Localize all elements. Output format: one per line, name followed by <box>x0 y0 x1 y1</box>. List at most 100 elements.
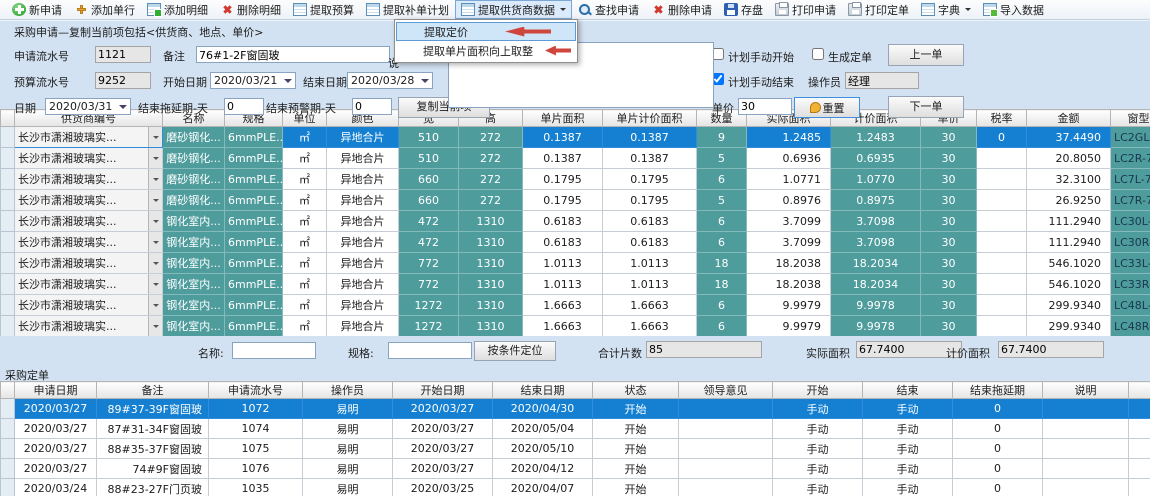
column-header[interactable]: 税率 <box>977 110 1027 127</box>
chevron-down-icon[interactable] <box>148 190 162 210</box>
column-header[interactable]: 申请流水号 <box>209 382 303 399</box>
filter-spec-input[interactable] <box>388 342 472 359</box>
row-selector[interactable] <box>1 459 15 479</box>
column-header[interactable]: 领导意见 <box>679 382 773 399</box>
filter-name-input[interactable] <box>232 342 316 359</box>
table-row[interactable]: 长沙市潇湘玻璃实...磨砂钢化...6mmPLE...㎡异地合片6602720.… <box>1 190 1150 211</box>
unit-price-field[interactable] <box>738 98 792 115</box>
column-header[interactable]: 操作员 <box>303 382 393 399</box>
row-selector[interactable] <box>1 479 15 496</box>
chevron-down-icon[interactable] <box>148 316 162 336</box>
search-request-button[interactable]: 查找申请 <box>572 0 645 19</box>
delete-detail-button[interactable]: 删除明细 <box>214 0 287 19</box>
chevron-down-icon[interactable] <box>116 99 130 114</box>
column-header[interactable]: 说明 <box>1043 382 1129 399</box>
supplier-combo[interactable]: 长沙市潇湘玻璃实... <box>15 295 163 316</box>
menu-item[interactable]: 提取定价 <box>396 22 576 41</box>
table-row[interactable]: 长沙市潇湘玻璃实...磨砂钢化...6mmPLE...㎡异地合片6602720.… <box>1 169 1150 190</box>
column-header[interactable]: 单片面积 <box>523 110 603 127</box>
supplier-combo[interactable]: 长沙市潇湘玻璃实... <box>15 253 163 274</box>
column-header[interactable]: 单片计价面积 <box>603 110 697 127</box>
column-header[interactable]: 结束日期 <box>493 382 593 399</box>
column-header[interactable]: 开始 <box>773 382 863 399</box>
print-order-button[interactable]: 打印定单 <box>842 0 915 19</box>
row-selector[interactable] <box>1 253 15 274</box>
supplier-combo[interactable]: 长沙市潇湘玻璃实... <box>15 127 163 148</box>
end-delay-field[interactable] <box>224 98 264 115</box>
add-detail-button[interactable]: 添加明细 <box>141 0 214 19</box>
extract-budget-button[interactable]: 提取预算 <box>287 0 360 19</box>
row-selector[interactable] <box>1 316 15 337</box>
print-request-button[interactable]: 打印申请 <box>769 0 842 19</box>
table-row[interactable]: 长沙市潇湘玻璃实...磨砂钢化...6mmPLE...㎡异地合片5102720.… <box>1 148 1150 169</box>
row-selector[interactable] <box>1 399 15 419</box>
column-header[interactable]: 打印标志 <box>1129 382 1150 399</box>
table-row[interactable]: 长沙市潇湘玻璃实...钢化室内...6mmPLE...㎡异地合片47213100… <box>1 211 1150 232</box>
chevron-down-icon[interactable] <box>418 73 432 88</box>
delete-request-button[interactable]: 删除申请 <box>645 0 718 19</box>
request-serial-field[interactable] <box>95 46 151 63</box>
new-request-button[interactable]: 新申请 <box>6 0 68 19</box>
table-row[interactable]: 2020/03/2787#31-34F窗固玻1074易明2020/03/2720… <box>1 419 1150 439</box>
locate-by-condition-button[interactable]: 按条件定位 <box>474 341 556 361</box>
chevron-down-icon[interactable] <box>148 274 162 294</box>
generate-order-checkbox[interactable] <box>812 48 824 60</box>
chevron-down-icon[interactable] <box>148 232 162 252</box>
chevron-down-icon[interactable] <box>148 211 162 231</box>
table-row[interactable]: 2020/03/2488#23-27F门页玻1035易明2020/03/2520… <box>1 479 1150 496</box>
chevron-down-icon[interactable] <box>148 295 162 315</box>
supplier-combo[interactable]: 长沙市潇湘玻璃实... <box>15 148 163 169</box>
menu-item[interactable]: 提取单片面积向上取整 <box>396 41 576 60</box>
chevron-down-icon[interactable] <box>148 148 162 168</box>
save-button[interactable]: 存盘 <box>718 0 769 19</box>
row-selector[interactable] <box>1 274 15 295</box>
chevron-down-icon[interactable] <box>281 73 295 88</box>
previous-order-button[interactable]: 上一单 <box>888 44 964 66</box>
dictionary-button[interactable]: 字典 <box>915 0 977 19</box>
row-selector[interactable] <box>1 211 15 232</box>
row-selector[interactable] <box>1 232 15 253</box>
row-selector[interactable] <box>1 169 15 190</box>
import-data-button[interactable]: 导入数据 <box>977 0 1050 19</box>
column-header[interactable]: 状态 <box>593 382 679 399</box>
supplier-combo[interactable]: 长沙市潇湘玻璃实... <box>15 211 163 232</box>
table-row[interactable]: 长沙市潇湘玻璃实...钢化室内...6mmPLE...㎡异地合片12721310… <box>1 295 1150 316</box>
table-row[interactable]: 长沙市潇湘玻璃实...钢化室内...6mmPLE...㎡异地合片77213101… <box>1 253 1150 274</box>
row-selector[interactable] <box>1 127 15 148</box>
supplier-combo[interactable]: 长沙市潇湘玻璃实... <box>15 169 163 190</box>
start-date-select[interactable]: 2020/03/21 <box>210 72 296 89</box>
table-row[interactable]: 2020/03/2789#37-39F窗固玻1072易明2020/03/2720… <box>1 399 1150 419</box>
date-select[interactable]: 2020/03/31 <box>45 98 131 115</box>
column-header[interactable]: 申请日期 <box>15 382 97 399</box>
table-row[interactable]: 长沙市潇湘玻璃实...钢化室内...6mmPLE...㎡异地合片47213100… <box>1 232 1150 253</box>
end-date-select[interactable]: 2020/03/28 <box>347 72 433 89</box>
chevron-down-icon[interactable] <box>148 253 162 273</box>
table-row[interactable]: 长沙市潇湘玻璃实...磨砂钢化...6mmPLE...㎡异地合片5102720.… <box>1 127 1150 148</box>
row-selector[interactable] <box>1 148 15 169</box>
column-header[interactable]: 金额 <box>1027 110 1111 127</box>
row-selector[interactable] <box>1 295 15 316</box>
chevron-down-icon[interactable] <box>965 8 971 14</box>
operator-field[interactable] <box>845 72 919 89</box>
supplier-combo[interactable]: 长沙市潇湘玻璃实... <box>15 232 163 253</box>
extract-supplement-plan-button[interactable]: 提取补单计划 <box>360 0 455 19</box>
chevron-down-icon[interactable] <box>560 8 566 14</box>
add-row-button[interactable]: 添加单行 <box>68 0 141 19</box>
row-selector[interactable] <box>1 419 15 439</box>
supplier-combo[interactable]: 长沙市潇湘玻璃实... <box>15 316 163 337</box>
next-order-button[interactable]: 下一单 <box>888 96 964 118</box>
reset-button[interactable]: 重置 <box>794 97 860 118</box>
row-selector[interactable] <box>1 190 15 211</box>
supplier-combo[interactable]: 长沙市潇湘玻璃实... <box>15 274 163 295</box>
extract-supplier-data-button[interactable]: 提取供货商数据 <box>455 0 572 19</box>
column-header[interactable]: 开始日期 <box>393 382 493 399</box>
table-row[interactable]: 2020/03/2774#9F窗固玻1076易明2020/03/272020/0… <box>1 459 1150 479</box>
column-header[interactable]: 结束拖延期 <box>953 382 1043 399</box>
chevron-down-icon[interactable] <box>148 127 162 147</box>
chevron-down-icon[interactable] <box>148 169 162 189</box>
table-row[interactable]: 长沙市潇湘玻璃实...钢化室内...6mmPLE...㎡异地合片12721310… <box>1 316 1150 337</box>
end-warning-field[interactable] <box>352 98 392 115</box>
remark-field[interactable] <box>196 46 390 63</box>
row-selector[interactable] <box>1 439 15 459</box>
budget-serial-field[interactable] <box>95 72 151 89</box>
